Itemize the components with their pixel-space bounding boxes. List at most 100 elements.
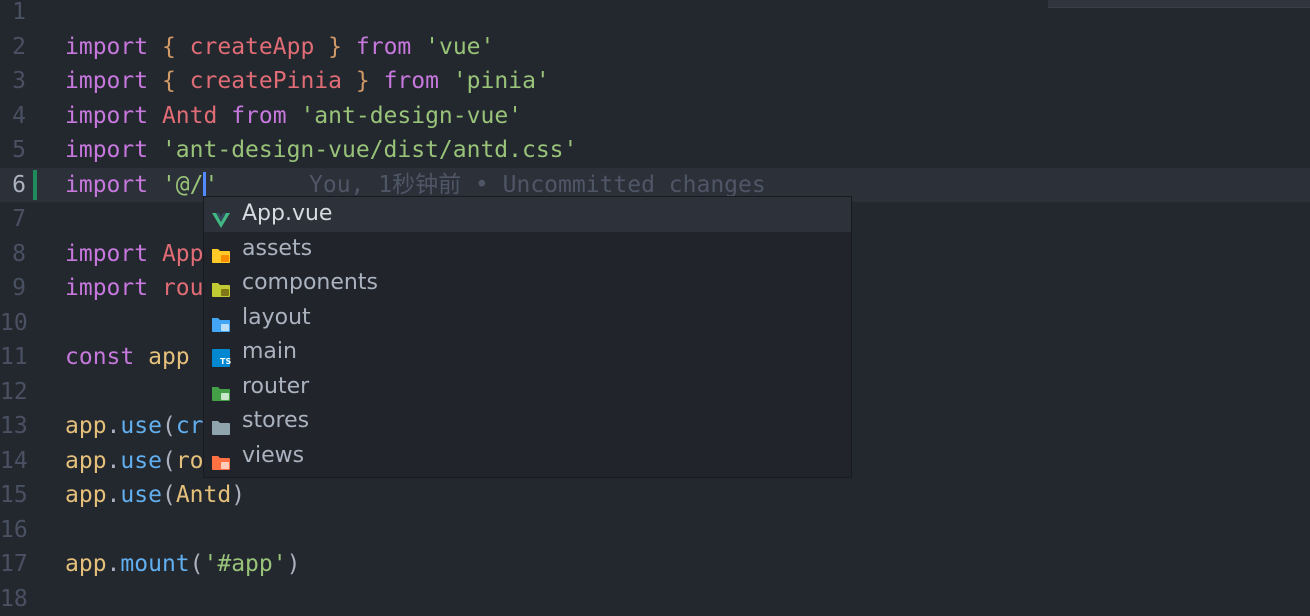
line-number: 17 — [0, 547, 26, 582]
code-token: rou — [162, 275, 204, 301]
code-token — [439, 68, 453, 94]
line-number: 16 — [0, 513, 26, 548]
code-token: { — [162, 68, 176, 94]
code-token: 'ant-design-vue/dist/antd.css' — [162, 137, 577, 163]
line-number: 5 — [0, 133, 26, 168]
code-token: '#app' — [204, 551, 287, 577]
code-token: ( — [162, 448, 176, 474]
code-token: '@/ — [162, 172, 204, 198]
autocomplete-suggestions[interactable]: App.vueassetscomponentslayout TS mainroute… — [203, 196, 852, 478]
suggestion-label: layout — [242, 301, 311, 336]
code-token: ( — [190, 551, 204, 577]
code-token: from — [356, 34, 411, 60]
suggestion-item[interactable]: components — [204, 266, 851, 301]
code-token — [148, 241, 162, 267]
vue-icon — [211, 205, 231, 223]
code-token: . — [107, 551, 121, 577]
code-token — [148, 68, 162, 94]
code-token: ' — [205, 172, 219, 198]
code-line[interactable]: 5 import 'ant-design-vue/dist/antd.css' — [0, 133, 1310, 168]
code-token — [176, 68, 190, 94]
code-token: ) — [231, 482, 245, 508]
code-token: const — [65, 344, 134, 370]
code-token: app — [65, 482, 107, 508]
line-number: 7 — [0, 202, 26, 237]
code-token: { — [162, 34, 176, 60]
code-line[interactable]: 18 — [0, 582, 1310, 616]
line-number: 9 — [0, 271, 26, 306]
code-line[interactable]: 4 import Antd from 'ant-design-vue' — [0, 99, 1310, 134]
code-line[interactable]: 16 — [0, 513, 1310, 548]
line-number: 18 — [0, 582, 26, 616]
code-token: import — [65, 275, 148, 301]
line-number: 6 — [0, 168, 26, 203]
code-token — [342, 68, 356, 94]
code-token — [287, 103, 301, 129]
suggestion-item[interactable]: stores — [204, 404, 851, 439]
code-text: app.use(ro — [65, 444, 204, 479]
code-token — [148, 275, 162, 301]
code-text: import '@/' — [65, 168, 218, 203]
code-token: app — [65, 551, 107, 577]
line-number: 12 — [0, 375, 26, 410]
line-number: 8 — [0, 237, 26, 272]
code-token — [370, 68, 384, 94]
code-token: . — [107, 413, 121, 439]
code-line[interactable]: 3import { createPinia } from 'pinia' — [0, 64, 1310, 99]
code-token: from — [384, 68, 439, 94]
suggestion-label: router — [242, 370, 309, 405]
code-token: 'pinia' — [453, 68, 550, 94]
code-token: ( — [162, 482, 176, 508]
suggestion-label: main — [242, 335, 297, 370]
code-token: createPinia — [190, 68, 342, 94]
folder-views-icon — [211, 447, 231, 465]
code-text: app.use(cr — [65, 409, 204, 444]
code-token: Antd — [162, 103, 217, 129]
code-token — [217, 103, 231, 129]
code-token: import — [65, 137, 148, 163]
code-line[interactable]: 17app.mount('#app') — [0, 547, 1310, 582]
line-number: 3 — [0, 64, 26, 99]
code-text: import rou — [65, 271, 204, 306]
code-line[interactable]: 15app.use(Antd) — [0, 478, 1310, 513]
line-number: 10 — [0, 306, 26, 341]
suggestion-label: assets — [242, 232, 312, 267]
code-token: createApp — [190, 34, 315, 60]
code-token: import — [65, 103, 148, 129]
code-token — [134, 344, 148, 370]
code-token: cr — [176, 413, 204, 439]
code-line[interactable]: 2import { createApp } from 'vue' — [0, 30, 1310, 65]
suggestion-item[interactable]: views — [204, 439, 851, 474]
code-token: use — [120, 413, 162, 439]
code-token — [148, 137, 162, 163]
code-token: use — [120, 482, 162, 508]
line-number: 4 — [0, 99, 26, 134]
code-token: App — [162, 241, 204, 267]
suggestion-label: App.vue — [242, 197, 332, 232]
folder-layout-icon — [211, 309, 231, 327]
code-text: import Antd from 'ant-design-vue' — [65, 99, 522, 134]
suggestion-item[interactable]: router — [204, 370, 851, 405]
code-token: from — [231, 103, 286, 129]
code-token: ro — [176, 448, 204, 474]
code-token: ) — [287, 551, 301, 577]
folder-assets-icon — [211, 240, 231, 258]
suggestion-item[interactable]: TS main — [204, 335, 851, 370]
code-token: import — [65, 172, 148, 198]
code-token — [148, 172, 162, 198]
suggestion-item[interactable]: layout — [204, 301, 851, 336]
horizontal-scrollbar-thumb[interactable] — [1048, 0, 1310, 8]
typescript-file-icon: TS — [211, 343, 231, 361]
code-token: import — [65, 68, 148, 94]
svg-text:TS: TS — [220, 357, 231, 366]
line-number: 1 — [0, 0, 26, 30]
code-text: import 'ant-design-vue/dist/antd.css' — [65, 133, 577, 168]
code-text: const app — [65, 340, 190, 375]
code-text: import App — [65, 237, 204, 272]
code-token: use — [120, 448, 162, 474]
code-token — [148, 103, 162, 129]
git-modified-marker — [33, 170, 37, 200]
suggestion-item[interactable]: assets — [204, 232, 851, 267]
line-number: 2 — [0, 30, 26, 65]
suggestion-item[interactable]: App.vue — [204, 197, 851, 232]
